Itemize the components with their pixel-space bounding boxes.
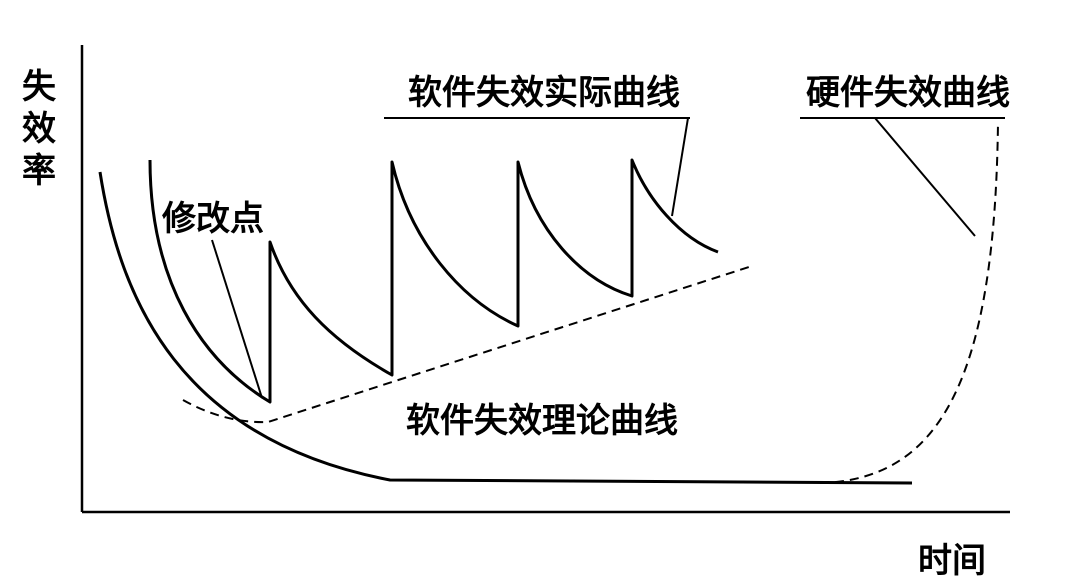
y-axis-label-char-1: 失: [22, 67, 57, 107]
modification-point-label: 修改点: [161, 199, 264, 239]
x-axis-label: 时间: [918, 541, 986, 581]
software-theoretical-curve: [182, 265, 753, 424]
failure-rate-diagram: 失 效 率 时间 软件失效实际曲线 硬件失效曲线 修改点 软件失效理论曲线: [0, 0, 1086, 582]
software-actual-label: 软件失效实际曲线: [408, 73, 680, 113]
software-actual-leader: [671, 117, 689, 217]
y-axis-label-char-2: 效: [22, 109, 56, 149]
diagram-canvas: 失 效 率 时间 软件失效实际曲线 硬件失效曲线 修改点 软件失效理论曲线: [22, 45, 1010, 581]
software-theoretical-label: 软件失效理论曲线: [406, 401, 678, 441]
software-actual-curve: [148, 158, 719, 404]
y-axis-label-char-3: 率: [22, 151, 56, 191]
hardware-label: 硬件失效曲线: [806, 73, 1010, 113]
hardware-leader: [874, 117, 976, 237]
hardware-wearout-curve: [819, 121, 999, 484]
modification-point-leader: [211, 239, 263, 399]
